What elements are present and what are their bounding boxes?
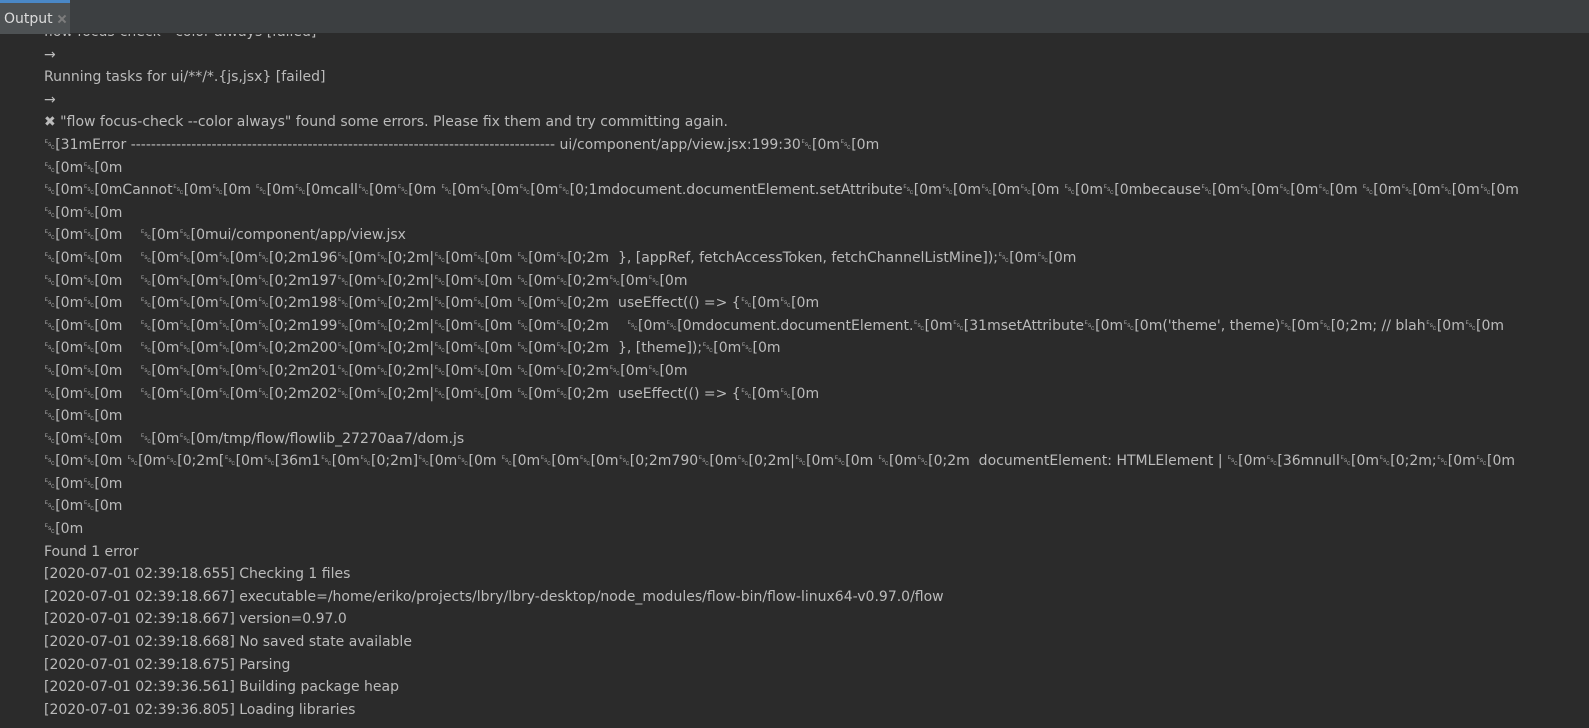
output-line: ␛[31mError -----------------------------… (44, 136, 880, 153)
tool-window-header: Output (0, 0, 1589, 34)
output-line: [2020-07-01 02:39:18.668] No saved state… (44, 634, 412, 651)
output-line: ␛[0m␛[0m ␛[0m␛[0m/tmp/flow/flowlib_27270… (44, 430, 465, 447)
output-line: Running tasks for ui/**/*.{js,jsx} [fail… (44, 69, 326, 86)
output-line: ␛[0m␛[0m (44, 475, 123, 492)
output-line: ␛[0m␛[0m ␛[0m␛[0mui/component/app/view.j… (44, 227, 406, 244)
output-line: ␛[0m␛[0m ␛[0m␛[0;2m[␛[0m␛[36m1␛[0m␛[0;2m… (44, 453, 1515, 470)
output-line: ␛[0m␛[0m ␛[0m␛[0m␛[0m␛[0;2m198␛[0m␛[0;2m… (44, 295, 820, 312)
output-line: ␛[0m␛[0mCannot␛[0m␛[0m ␛[0m␛[0mcall␛[0m␛… (44, 182, 1519, 199)
output-lines: flow focus-check --color always [failed]… (44, 34, 1589, 721)
tab-output-label: Output (4, 10, 53, 27)
output-line: ␛[0m␛[0m (44, 204, 123, 221)
output-line: [2020-07-01 02:39:18.667] executable=/ho… (44, 588, 944, 605)
output-console[interactable]: flow focus-check --color always [failed]… (0, 34, 1589, 728)
output-line: ␛[0m␛[0m ␛[0m␛[0m␛[0m␛[0;2m200␛[0m␛[0;2m… (44, 340, 781, 357)
output-line: ␛[0m (44, 521, 84, 538)
output-line: ␛[0m␛[0m ␛[0m␛[0m␛[0m␛[0;2m201␛[0m␛[0;2m… (44, 362, 688, 379)
output-line: ␛[0m␛[0m ␛[0m␛[0m␛[0m␛[0;2m199␛[0m␛[0;2m… (44, 317, 1505, 334)
output-line: ✖ "flow focus-check --color always" foun… (44, 114, 729, 131)
output-line: [2020-07-01 02:39:36.805] Loading librar… (44, 701, 356, 718)
output-line: [2020-07-01 02:39:36.561] Building packa… (44, 679, 399, 696)
output-line: ␛[0m␛[0m (44, 498, 123, 515)
output-line: ␛[0m␛[0m ␛[0m␛[0m␛[0m␛[0;2m197␛[0m␛[0;2m… (44, 272, 688, 289)
output-line: ␛[0m␛[0m (44, 159, 123, 176)
output-line: ␛[0m␛[0m (44, 408, 123, 425)
output-line: [2020-07-01 02:39:18.675] Parsing (44, 656, 291, 673)
output-line: [2020-07-01 02:39:18.655] Checking 1 fil… (44, 566, 351, 583)
output-line: flow focus-check --color always [failed] (44, 34, 1589, 44)
close-icon[interactable] (57, 14, 67, 24)
output-line: [2020-07-01 02:39:18.667] version=0.97.0 (44, 611, 347, 628)
output-line: → (44, 91, 56, 108)
output-line: → (44, 46, 56, 63)
output-line: ␛[0m␛[0m ␛[0m␛[0m␛[0m␛[0;2m196␛[0m␛[0;2m… (44, 249, 1077, 266)
output-line: ␛[0m␛[0m ␛[0m␛[0m␛[0m␛[0;2m202␛[0m␛[0;2m… (44, 385, 820, 402)
tab-output[interactable]: Output (0, 0, 70, 34)
output-line: Found 1 error (44, 543, 139, 560)
